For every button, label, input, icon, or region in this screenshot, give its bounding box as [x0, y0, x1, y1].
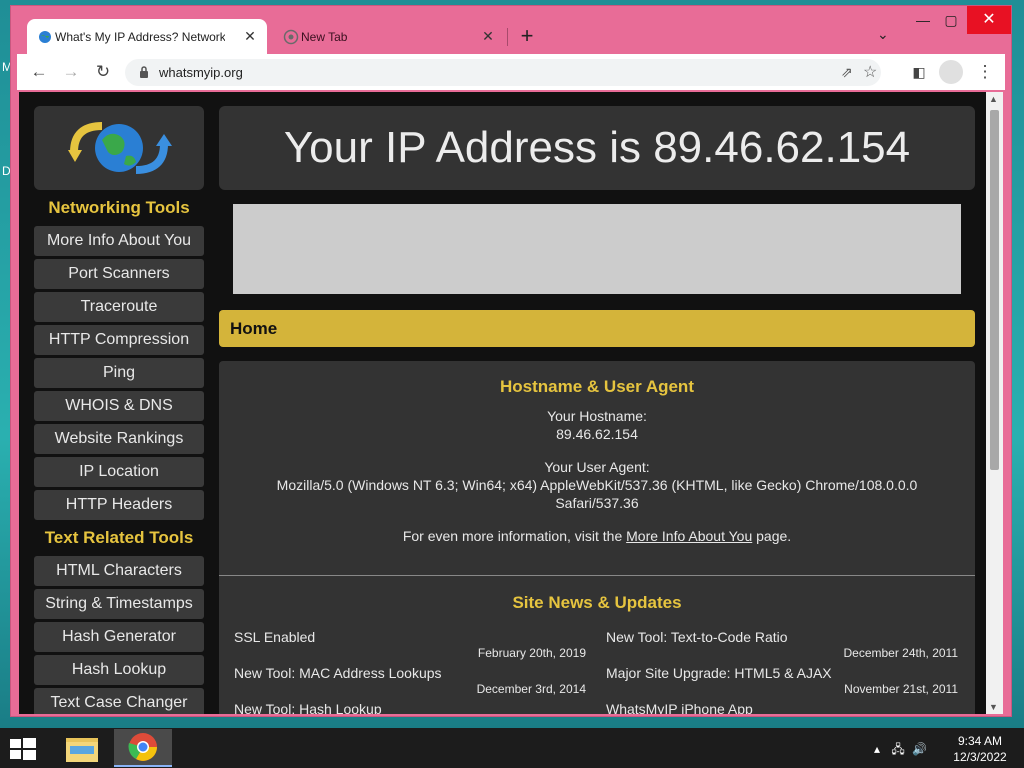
news-item[interactable]: New Tool: MAC Address Lookups December 3… [234, 665, 586, 701]
hostname-heading: Hostname & User Agent [500, 377, 694, 396]
scroll-thumb[interactable] [990, 110, 999, 470]
sidebar-item-http-compression[interactable]: HTTP Compression [34, 325, 204, 355]
bookmark-star-icon[interactable]: ☆ [863, 62, 877, 82]
hostname-label: Your Hostname: [547, 408, 647, 424]
news-title[interactable]: Major Site Upgrade: HTML5 & AJAX [606, 665, 832, 681]
profile-avatar-icon[interactable] [939, 60, 963, 84]
ad-placeholder[interactable] [233, 204, 961, 294]
reload-icon[interactable]: ↻ [93, 62, 113, 82]
news-title[interactable]: New Tool: Hash Lookup [234, 701, 382, 714]
file-explorer-icon[interactable] [60, 732, 104, 766]
news-column-left: SSL Enabled February 20th, 2019 New Tool… [234, 629, 586, 714]
site-logo[interactable] [34, 106, 204, 190]
tab-separator [507, 28, 508, 46]
user-agent-line2: Safari/537.36 [555, 495, 639, 511]
more-info-link[interactable]: More Info About You [626, 528, 752, 544]
sidebar-item-traceroute[interactable]: Traceroute [34, 292, 204, 322]
close-window-icon[interactable]: ✕ [967, 6, 1011, 34]
news-date: December 24th, 2011 [843, 646, 958, 660]
news-title[interactable]: New Tool: MAC Address Lookups [234, 665, 442, 681]
page-viewport: Networking Tools More Info About You Por… [19, 92, 1003, 714]
show-hidden-icons-icon[interactable]: ▴ [874, 742, 880, 756]
news-column-right: New Tool: Text-to-Code Ratio December 24… [606, 629, 958, 714]
side-panel-icon[interactable]: ◧ [909, 62, 929, 82]
news-date: November 21st, 2011 [844, 682, 958, 696]
news-title[interactable]: SSL Enabled [234, 629, 315, 645]
url-text[interactable]: whatsmyip.org [159, 65, 243, 80]
news-item[interactable]: New Tool: Text-to-Code Ratio December 24… [606, 629, 958, 665]
clock-date: 12/3/2022 [953, 750, 1007, 764]
sidebar-item-hash-lookup[interactable]: Hash Lookup [34, 655, 204, 685]
more-info-text: For even more information, visit the Mor… [219, 527, 975, 545]
sidebar-item-whois-dns[interactable]: WHOIS & DNS [34, 391, 204, 421]
sidebar-item-html-characters[interactable]: HTML Characters [34, 556, 204, 586]
more-info-suffix: page. [756, 528, 792, 544]
forward-arrow-icon[interactable]: → [61, 62, 81, 82]
text-tools-heading: Text Related Tools [44, 528, 194, 547]
windows-start-icon[interactable] [10, 738, 36, 760]
news-item[interactable]: New Tool: Hash Lookup [234, 701, 586, 714]
news-date: December 3rd, 2014 [476, 682, 586, 696]
share-icon[interactable]: ⇗ [841, 64, 853, 81]
sidebar-item-more-info[interactable]: More Info About You [34, 226, 204, 256]
tab-title: New Tab [301, 29, 348, 44]
user-agent-label: Your User Agent: [544, 459, 650, 475]
sidebar: Networking Tools More Info About You Por… [34, 106, 204, 714]
browser-toolbar: ← → ↻ whatsmyip.org ⇗ ☆ ◧ ⋮ [17, 54, 1005, 90]
sidebar-item-http-headers[interactable]: HTTP Headers [34, 490, 204, 520]
more-menu-icon[interactable]: ⋮ [975, 62, 995, 82]
news-date: February 20th, 2019 [477, 646, 586, 660]
news-item[interactable]: Major Site Upgrade: HTML5 & AJAX Novembe… [606, 665, 958, 701]
chevron-down-icon[interactable]: ⌄ [877, 26, 889, 43]
info-panel: Hostname & User Agent Your Hostname: 89.… [219, 361, 975, 714]
news-title[interactable]: WhatsMyIP iPhone App [606, 701, 753, 714]
tab-title: What's My IP Address? Networking [55, 29, 225, 44]
section-divider [219, 575, 975, 576]
scroll-down-arrow-icon[interactable]: ▼ [989, 702, 998, 712]
main-content: Your IP Address is 89.46.62.154 Home Hos… [219, 106, 975, 714]
chrome-taskbar-button[interactable] [114, 729, 172, 767]
new-tab-button[interactable]: + [515, 24, 539, 48]
system-clock[interactable]: 9:34 AM 12/3/2022 [946, 733, 1014, 765]
sidebar-item-ping[interactable]: Ping [34, 358, 204, 388]
close-tab-icon[interactable]: ✕ [479, 27, 497, 45]
sidebar-item-text-case-changer[interactable]: Text Case Changer [34, 688, 204, 714]
network-icon[interactable]: 🖧 [891, 742, 904, 756]
system-tray: ▴ 🖧 🔊 [874, 740, 927, 761]
news-heading: Site News & Updates [512, 593, 682, 612]
tab-new-tab[interactable]: New Tab ✕ [273, 19, 505, 54]
lock-icon[interactable] [139, 66, 149, 78]
user-agent-line1: Mozilla/5.0 (Windows NT 6.3; Win64; x64)… [276, 477, 918, 493]
address-bar[interactable]: whatsmyip.org ⇗ ☆ [125, 59, 881, 86]
taskbar: ▴ 🖧 🔊 9:34 AM 12/3/2022 [0, 728, 1024, 768]
more-info-prefix: For even more information, visit the [402, 528, 623, 544]
news-item[interactable]: WhatsMyIP iPhone App [606, 701, 958, 714]
networking-tools-heading: Networking Tools [48, 198, 190, 217]
sidebar-item-website-rankings[interactable]: Website Rankings [34, 424, 204, 454]
tab-strip: What's My IP Address? Networking ✕ New T… [11, 6, 1011, 54]
clock-time: 9:34 AM [957, 734, 1003, 748]
home-breadcrumb[interactable]: Home [219, 310, 975, 347]
hostname-value: 89.46.62.154 [556, 426, 638, 442]
back-arrow-icon[interactable]: ← [29, 62, 49, 82]
globe-favicon-icon [39, 31, 51, 43]
news-title[interactable]: New Tool: Text-to-Code Ratio [606, 629, 788, 645]
page-scrollbar[interactable]: ▲ ▼ [986, 92, 1003, 714]
minimize-icon[interactable]: — [909, 12, 937, 28]
close-tab-icon[interactable]: ✕ [241, 27, 259, 45]
sidebar-item-port-scanners[interactable]: Port Scanners [34, 259, 204, 289]
maximize-icon[interactable]: ▢ [937, 12, 965, 29]
sidebar-item-ip-location[interactable]: IP Location [34, 457, 204, 487]
tab-whatsmyip[interactable]: What's My IP Address? Networking ✕ [27, 19, 267, 54]
volume-icon[interactable]: 🔊 [912, 742, 927, 756]
chrome-favicon-icon [283, 29, 299, 45]
news-item[interactable]: SSL Enabled February 20th, 2019 [234, 629, 586, 665]
sidebar-item-hash-generator[interactable]: Hash Generator [34, 622, 204, 652]
globe-logo-icon [68, 122, 172, 174]
scroll-up-arrow-icon[interactable]: ▲ [989, 94, 998, 104]
browser-window: What's My IP Address? Networking ✕ New T… [10, 5, 1012, 717]
sidebar-item-string-timestamps[interactable]: String & Timestamps [34, 589, 204, 619]
ip-address-banner: Your IP Address is 89.46.62.154 [219, 106, 975, 190]
chrome-icon [128, 733, 157, 761]
